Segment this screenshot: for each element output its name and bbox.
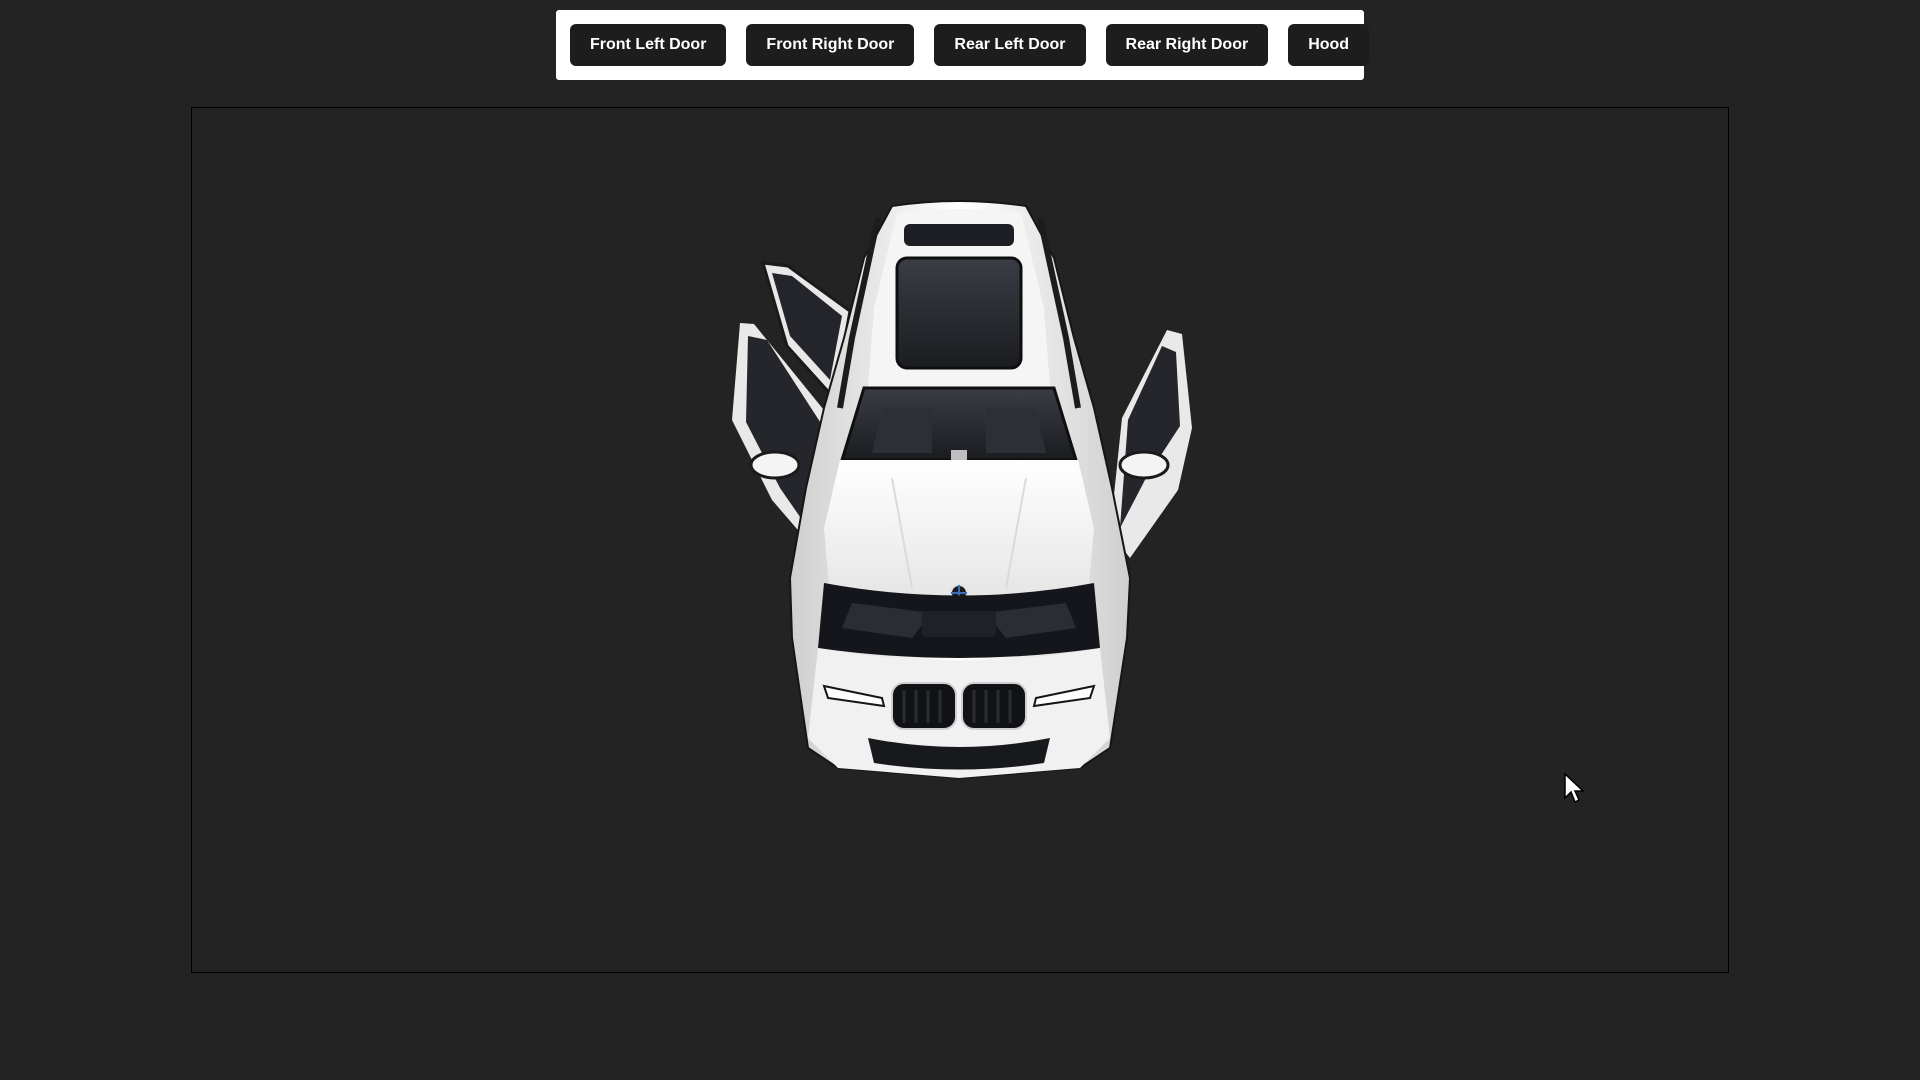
car-model-icon[interactable] [192, 108, 1729, 973]
front-right-door-button[interactable]: Front Right Door [746, 24, 915, 66]
right-doors [1110, 330, 1192, 558]
hood-button[interactable]: Hood [1288, 24, 1370, 66]
front-left-door-button[interactable]: Front Left Door [570, 24, 727, 66]
rear-left-door-button[interactable]: Rear Left Door [934, 24, 1086, 66]
door-controls-toolbar: Front Left Door Front Right Door Rear Le… [556, 10, 1370, 80]
3d-viewer-canvas[interactable] [191, 107, 1729, 973]
mouse-cursor-icon [1564, 772, 1585, 804]
rear-right-door-button[interactable]: Rear Right Door [1105, 24, 1269, 66]
